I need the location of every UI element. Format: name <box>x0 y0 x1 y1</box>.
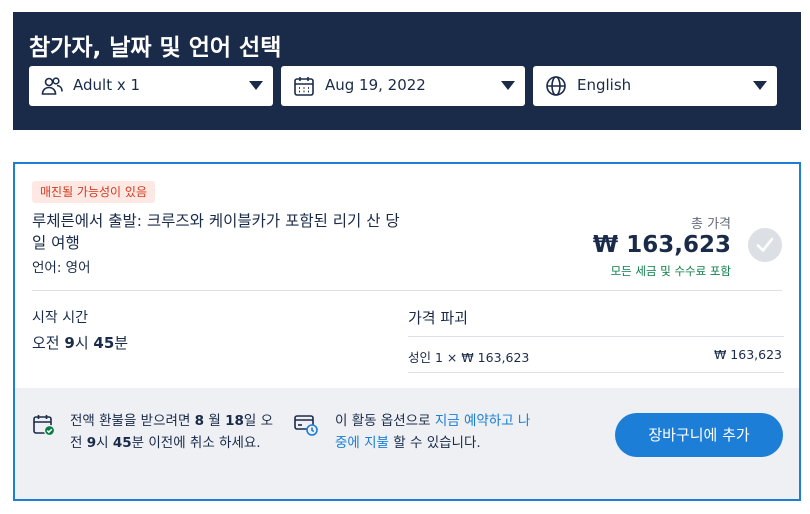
free-cancellation-text: 전액 환불을 받으려면 8 월 18일 오전 9시 45분 이전에 취소 하세요… <box>70 413 274 451</box>
checkmark-icon <box>756 237 774 252</box>
date-selector[interactable]: Aug 19, 2022 <box>281 66 525 106</box>
chevron-down-icon <box>501 81 515 90</box>
breakdown-row-value: ₩ 163,623 <box>713 347 782 362</box>
divider <box>408 336 784 337</box>
divider <box>408 372 784 373</box>
language-selector[interactable]: English <box>533 66 777 106</box>
booking-header: 참가자, 날짜 및 언어 선택 Adult x 1 Aug 19, 2022 E… <box>13 12 801 130</box>
chevron-down-icon <box>249 81 263 90</box>
reserve-now-pay-later-text: 이 활동 옵션으로 지금 예약하고 나중에 지불 할 수 있습니다. <box>335 413 531 451</box>
price-note: 모든 세금 및 수수료 포함 <box>610 264 731 278</box>
calendar-icon <box>293 75 315 97</box>
select-option-check[interactable] <box>748 228 782 262</box>
participants-selector[interactable]: Adult x 1 <box>29 66 273 106</box>
tour-option-card[interactable]: 매진될 가능성이 있음 루체른에서 출발: 크루즈와 케이블카가 포함된 리기 … <box>13 162 801 501</box>
calendar-check-icon <box>32 413 56 441</box>
add-to-cart-button[interactable]: 장바구니에 추가 <box>615 413 783 457</box>
total-price: ₩ 163,623 <box>592 232 731 258</box>
divider <box>32 290 782 291</box>
participants-value: Adult x 1 <box>73 76 141 94</box>
chevron-down-icon <box>753 81 767 90</box>
option-title: 루체른에서 출발: 크루즈와 케이블카가 포함된 리기 산 당일 여행 <box>32 212 400 252</box>
participants-icon <box>41 75 63 97</box>
breakdown-row-label: 성인 1 × ₩ 163,623 <box>408 350 530 365</box>
total-price-label: 총 가격 <box>690 217 731 232</box>
start-time-label: 시작 시간 <box>32 310 88 326</box>
globe-icon <box>545 75 567 97</box>
start-time-value: 오전 9시 45분 <box>32 334 129 352</box>
likely-sell-out-badge: 매진될 가능성이 있음 <box>32 181 155 203</box>
card-clock-icon <box>293 413 319 441</box>
price-breakdown-title: 가격 파괴 <box>408 309 468 327</box>
page-title: 참가자, 날짜 및 언어 선택 <box>29 35 282 61</box>
option-footer: 전액 환불을 받으려면 8 월 18일 오전 9시 45분 이전에 취소 하세요… <box>15 388 799 499</box>
date-value: Aug 19, 2022 <box>325 76 426 94</box>
language-value: English <box>577 76 632 94</box>
option-language: 언어: 영어 <box>32 260 91 276</box>
